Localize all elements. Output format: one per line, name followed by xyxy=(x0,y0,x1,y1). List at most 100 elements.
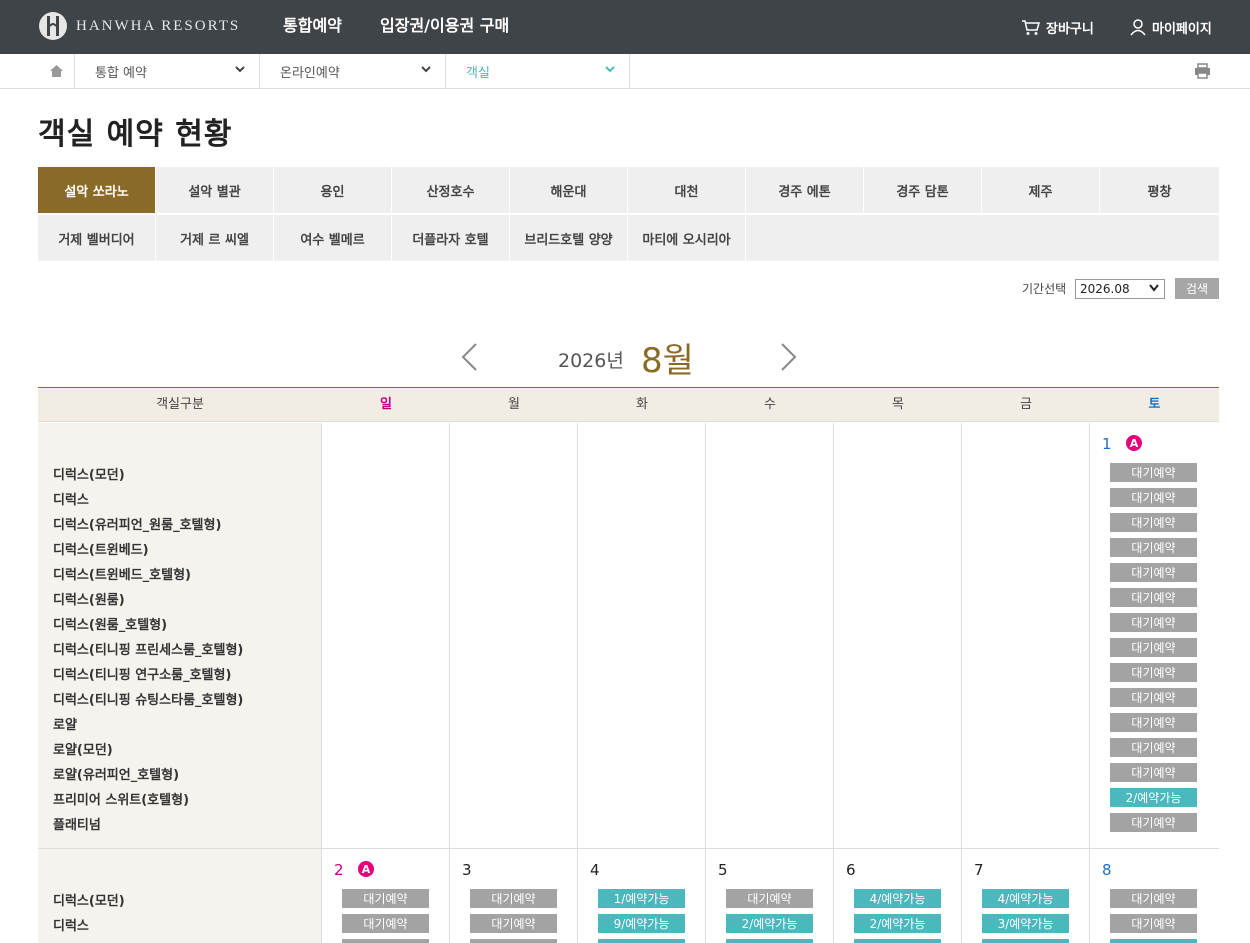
status-button[interactable] xyxy=(982,939,1069,943)
room-name: 플래티넘 xyxy=(53,818,101,833)
room-name: 디럭스(유러피언_원룸_호텔형) xyxy=(53,518,222,533)
status-button[interactable] xyxy=(854,939,941,943)
status-button[interactable]: 4/예약가능 xyxy=(982,889,1069,908)
header-fri: 금 xyxy=(1020,397,1032,412)
status-button[interactable]: 대기예약 xyxy=(1110,488,1197,507)
status-button[interactable]: 대기예약 xyxy=(1110,588,1197,607)
period-label: 기간선택 xyxy=(1022,282,1067,296)
status-button[interactable]: 대기예약 xyxy=(342,889,429,908)
status-button[interactable]: 2/예약가능 xyxy=(1110,788,1197,807)
tab-resort[interactable]: 거제 벨버디어 xyxy=(38,215,156,262)
status-button[interactable]: 1/예약가능 xyxy=(598,889,685,908)
day-number: 4 xyxy=(590,861,600,879)
calendar: 객실구분 일 월 화 수 목 금 토 디럭스(모던) 디럭스 디럭스(유러피언_… xyxy=(38,387,1219,943)
tab-resort[interactable]: 더플라자 호텔 xyxy=(392,215,510,262)
mypage-link[interactable]: 마이페이지 xyxy=(1130,0,1212,54)
month-label: 8월 xyxy=(641,341,694,381)
status-button[interactable]: 대기예약 xyxy=(1110,663,1197,682)
tab-resort[interactable]: 평창 xyxy=(1100,167,1219,214)
tab-resort[interactable]: 제주 xyxy=(982,167,1100,214)
room-name: 프리미어 스위트(호텔형) xyxy=(53,793,190,808)
status-button[interactable]: 대기예약 xyxy=(1110,688,1197,707)
room-name: 디럭스 xyxy=(53,493,89,508)
header-thu: 목 xyxy=(892,397,904,412)
header-mon: 월 xyxy=(508,397,520,412)
status-button[interactable]: 대기예약 xyxy=(342,914,429,933)
chevron-down-icon xyxy=(421,66,431,73)
chevron-right-icon[interactable] xyxy=(778,342,798,372)
status-button[interactable]: 대기예약 xyxy=(470,914,557,933)
logo[interactable]: HANWHA RESORTS xyxy=(38,11,240,41)
day-cell-3: 3 대기예약 대기예약 xyxy=(450,849,578,943)
header-sat: 토 xyxy=(1148,397,1161,412)
tab-resort[interactable]: 경주 담톤 xyxy=(864,167,982,214)
tab-resort[interactable]: 여수 벨메르 xyxy=(274,215,392,262)
status-button[interactable]: 대기예약 xyxy=(1110,463,1197,482)
cart-label: 장바구니 xyxy=(1046,21,1094,37)
day-cell-empty xyxy=(322,423,450,848)
status-button[interactable]: 2/예약가능 xyxy=(854,914,941,933)
print-icon[interactable] xyxy=(1194,63,1211,79)
status-button[interactable]: 대기예약 xyxy=(1110,813,1197,832)
status-button[interactable]: 4/예약가능 xyxy=(854,889,941,908)
tab-empty xyxy=(746,215,1219,262)
status-button[interactable]: 대기예약 xyxy=(1110,513,1197,532)
tab-resort[interactable]: 마티에 오시리아 xyxy=(628,215,746,262)
tab-resort[interactable]: 브리드호텔 양양 xyxy=(510,215,628,262)
period-select[interactable]: 2026.08 xyxy=(1075,279,1165,299)
tab-resort[interactable]: 대천 xyxy=(628,167,746,214)
home-link[interactable] xyxy=(38,54,74,88)
status-button[interactable] xyxy=(726,939,813,943)
room-name: 로얄 xyxy=(53,718,77,733)
day-cell-6: 6 4/예약가능 2/예약가능 xyxy=(834,849,962,943)
status-button[interactable]: 대기예약 xyxy=(726,889,813,908)
status-button[interactable] xyxy=(342,939,429,943)
cart-link[interactable]: 장바구니 xyxy=(1021,0,1094,54)
status-button[interactable]: 2/예약가능 xyxy=(726,914,813,933)
tab-resort[interactable]: 산정호수 xyxy=(392,167,510,214)
breadcrumb-dropdown-2[interactable]: 온라인예약 xyxy=(259,54,445,88)
breadcrumb-label-2: 온라인예약 xyxy=(280,65,340,81)
breadcrumb-dropdown-3[interactable]: 객실 xyxy=(445,54,630,88)
status-button[interactable]: 3/예약가능 xyxy=(982,914,1069,933)
status-button[interactable]: 대기예약 xyxy=(1110,563,1197,582)
status-button[interactable]: 대기예약 xyxy=(1110,914,1197,933)
status-button[interactable]: 대기예약 xyxy=(1110,638,1197,657)
day-number: 3 xyxy=(462,861,472,879)
search-button[interactable]: 검색 xyxy=(1175,278,1219,299)
menu-ticket-purchase[interactable]: 입장권/이용권 구매 xyxy=(380,0,509,54)
mypage-label: 마이페이지 xyxy=(1152,21,1212,37)
tab-resort[interactable]: 용인 xyxy=(274,167,392,214)
room-list: 디럭스(모던) 디럭스 디럭스(유러피언_원룸_호텔형) 디럭스(트윈베드) 디… xyxy=(38,423,322,848)
status-button[interactable]: 대기예약 xyxy=(1110,763,1197,782)
status-button[interactable]: 대기예약 xyxy=(1110,738,1197,757)
status-button[interactable]: 대기예약 xyxy=(470,889,557,908)
tab-resort[interactable]: 설악 별관 xyxy=(156,167,274,214)
tab-resort[interactable]: 해운대 xyxy=(510,167,628,214)
status-button[interactable] xyxy=(470,939,557,943)
breadcrumb-dropdown-1[interactable]: 통합 예약 xyxy=(74,54,259,88)
breadcrumb-label-3: 객실 xyxy=(466,65,490,81)
tab-resort-sorano[interactable]: 설악 쏘라노 xyxy=(38,167,156,214)
status-button[interactable] xyxy=(1110,939,1197,943)
room-name: 디럭스(원룸) xyxy=(53,593,125,608)
calendar-week-1: 디럭스(모던) 디럭스 디럭스(유러피언_원룸_호텔형) 디럭스(트윈베드) 디… xyxy=(38,423,1219,849)
room-name: 디럭스(트윈베드) xyxy=(53,543,149,558)
badge-a-icon: A xyxy=(1126,435,1142,451)
status-button[interactable]: 대기예약 xyxy=(1110,889,1197,908)
room-list: 디럭스(모던) 디럭스 디럭스(유러피언_원룸_호텔형) xyxy=(38,849,322,943)
day-number: 8 xyxy=(1102,861,1112,879)
status-button[interactable] xyxy=(598,939,685,943)
tab-resort[interactable]: 거제 르 씨엘 xyxy=(156,215,274,262)
status-button[interactable]: 대기예약 xyxy=(1110,613,1197,632)
day-cell-7: 7 4/예약가능 3/예약가능 xyxy=(962,849,1090,943)
menu-integrated-reservation[interactable]: 통합예약 xyxy=(283,0,342,54)
logo-icon xyxy=(38,11,68,41)
status-button[interactable]: 대기예약 xyxy=(1110,713,1197,732)
breadcrumb: 통합 예약 온라인예약 객실 xyxy=(0,54,1250,89)
tab-resort[interactable]: 경주 에톤 xyxy=(746,167,864,214)
status-button[interactable]: 9/예약가능 xyxy=(598,914,685,933)
room-name: 로얄(모던) xyxy=(53,743,113,758)
status-button[interactable]: 대기예약 xyxy=(1110,538,1197,557)
chevron-left-icon[interactable] xyxy=(460,342,480,372)
